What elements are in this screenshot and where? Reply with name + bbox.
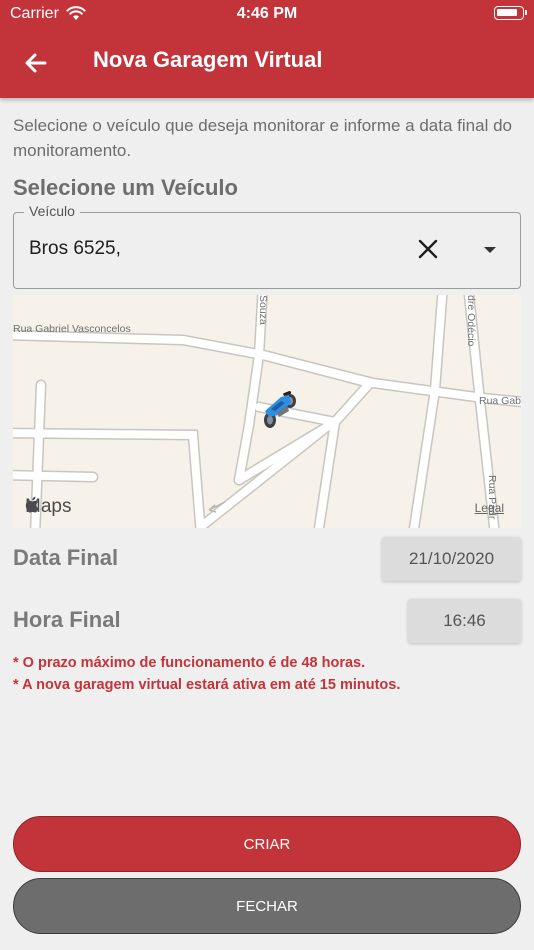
vehicle-section-title: Selecione um Veículo xyxy=(13,175,238,200)
date-final-picker[interactable]: 21/10/2020 xyxy=(382,537,521,581)
note-max-duration: * O prazo máximo de funcionamento é de 4… xyxy=(13,655,366,671)
status-bar: Carrier 4:46 PM xyxy=(0,0,534,28)
vehicle-map[interactable]: Rua Gabriel Vasconcelos Souza dre Odécio… xyxy=(13,295,521,528)
apple-logo-icon xyxy=(25,496,39,513)
street-label: Rua Gab xyxy=(479,395,521,407)
maps-logo: Maps xyxy=(25,496,71,518)
notes: * O prazo máximo de funcionamento é de 4… xyxy=(13,652,400,696)
note-activation-time: * A nova garagem virtual estará ativa em… xyxy=(13,677,401,693)
street-label: Souza xyxy=(257,295,269,325)
status-time: 4:46 PM xyxy=(236,5,298,22)
date-final-label: Data Final xyxy=(13,545,119,570)
battery-level xyxy=(497,9,517,16)
street-label: dre Odécio xyxy=(465,295,477,347)
vehicle-dropdown-button[interactable] xyxy=(478,237,502,261)
street-label: Rua Gabriel Vasconcelos xyxy=(13,323,131,335)
clear-vehicle-button[interactable] xyxy=(416,237,440,261)
create-button[interactable]: CRIAR xyxy=(13,816,521,872)
caret-down-icon xyxy=(484,247,496,253)
time-final-picker[interactable]: 16:46 xyxy=(408,599,521,643)
arrow-left-icon xyxy=(25,53,47,73)
battery-icon xyxy=(494,6,527,20)
app-header: Carrier 4:46 PM Nova Garagem Virtual xyxy=(0,0,534,98)
vehicle-selected-value: Bros 6525, xyxy=(29,238,121,259)
close-button[interactable]: FECHAR xyxy=(13,878,521,934)
vehicle-select[interactable]: Veículo Bros 6525, xyxy=(13,203,521,289)
intro-text: Selecione o veículo que deseja monitorar… xyxy=(13,116,512,160)
back-button[interactable] xyxy=(20,47,52,79)
close-icon xyxy=(418,239,438,259)
vehicle-field-label: Veículo xyxy=(24,203,80,219)
motorcycle-icon[interactable] xyxy=(257,389,305,433)
maps-legal-link[interactable]: Legal xyxy=(475,501,504,515)
page-title: Nova Garagem Virtual xyxy=(93,47,323,72)
time-final-label: Hora Final xyxy=(13,607,121,632)
